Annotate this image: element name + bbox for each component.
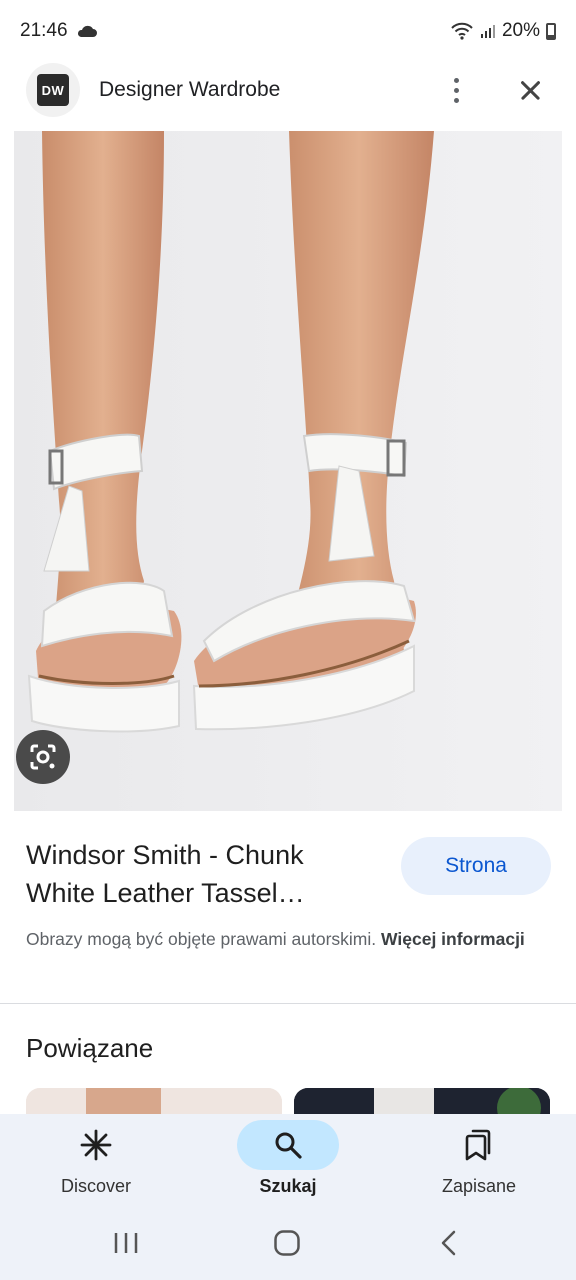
sandals-photo: [14, 131, 562, 811]
nav-saved-icon-wrap: [428, 1120, 530, 1170]
nav-discover[interactable]: Discover: [16, 1120, 176, 1197]
related-heading: Powiązane: [26, 1033, 154, 1063]
status-bar: 21:46 20%: [0, 0, 576, 62]
nav-search-label: Szukaj: [259, 1176, 317, 1196]
result-title[interactable]: Windsor Smith - Chunk White Leather Tass…: [26, 836, 356, 912]
site-logo-text: DW: [37, 74, 69, 106]
nav-search-icon-wrap: [237, 1120, 339, 1170]
asterisk-icon: [80, 1129, 112, 1161]
home-button[interactable]: [273, 1229, 301, 1257]
close-button[interactable]: [510, 70, 550, 110]
clock: 21:46: [20, 20, 68, 41]
nav-saved[interactable]: Zapisane: [399, 1120, 559, 1197]
wifi-icon: [451, 22, 473, 40]
more-info-link[interactable]: Więcej informacji: [381, 929, 525, 949]
lens-button[interactable]: [16, 730, 70, 784]
nav-discover-icon-wrap: [45, 1120, 147, 1170]
nav-search[interactable]: Szukaj: [208, 1120, 368, 1197]
viewer-header: DW Designer Wardrobe: [0, 58, 576, 122]
nav-discover-label: Discover: [60, 1176, 131, 1196]
site-name[interactable]: Designer Wardrobe: [99, 78, 436, 102]
lens-icon: [30, 744, 56, 770]
signal-icon: [480, 25, 495, 38]
search-icon: [275, 1132, 302, 1159]
more-options-button[interactable]: [436, 70, 476, 110]
status-right: 20%: [450, 20, 556, 42]
battery-icon: [546, 22, 556, 40]
back-button[interactable]: [438, 1229, 460, 1257]
system-navigation-bar: [0, 1210, 576, 1280]
status-left: 21:46: [20, 20, 98, 42]
section-divider: [0, 1003, 576, 1004]
bottom-navigation: Discover Szukaj Zapisane: [0, 1114, 576, 1210]
copyright-text: Obrazy mogą być objęte prawami autorskim…: [26, 929, 377, 949]
site-logo[interactable]: DW: [26, 63, 80, 117]
battery-percent: 20%: [501, 20, 540, 41]
bookmarks-icon: [465, 1129, 491, 1161]
copyright-notice: Obrazy mogą być objęte prawami autorskim…: [26, 926, 546, 952]
nav-saved-label: Zapisane: [441, 1176, 517, 1196]
visit-site-button[interactable]: Strona: [401, 837, 551, 895]
recent-apps-button[interactable]: [112, 1230, 140, 1256]
more-vert-icon: [453, 77, 459, 83]
result-image[interactable]: [14, 131, 562, 811]
cloud-icon: [77, 25, 97, 37]
